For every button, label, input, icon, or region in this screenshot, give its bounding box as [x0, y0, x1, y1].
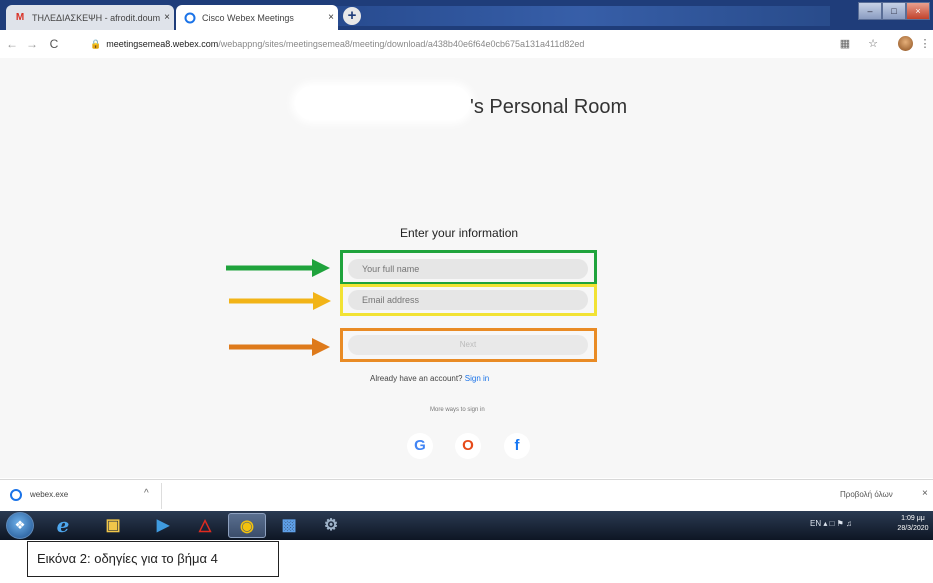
file-explorer-icon[interactable]: ▣ — [94, 513, 132, 538]
internet-explorer-icon[interactable]: e — [44, 513, 82, 538]
start-button[interactable]: ❖ — [6, 512, 34, 539]
clock-date: 28/3/2020 — [897, 525, 929, 532]
tray-icons: ▴ □ ⚑ ♫ — [823, 519, 853, 528]
yellow-arrow-icon — [229, 292, 331, 310]
green-arrow-icon — [226, 259, 330, 277]
media-player-icon[interactable]: ▶ — [144, 513, 182, 538]
tool-icon[interactable]: ⚙ — [312, 513, 350, 538]
show-all-button[interactable]: Προβολή όλων — [840, 490, 893, 499]
divider — [161, 483, 162, 509]
system-tray[interactable]: EN ▴ □ ⚑ ♫ — [810, 519, 852, 528]
language-indicator[interactable]: EN — [810, 519, 821, 528]
downloads-bar: webex.exe ^ Προβολή όλων × — [0, 479, 933, 512]
windows-taskbar: ❖ e ▣ ▶ △ ◉ ▩ ⚙ EN ▴ □ ⚑ ♫ 1:09 μμ 28/3/… — [0, 511, 933, 540]
chevron-up-icon[interactable]: ^ — [144, 488, 149, 499]
close-downloads-button[interactable]: × — [922, 488, 928, 499]
clock[interactable]: 1:09 μμ 28/3/2020 — [895, 514, 931, 534]
download-file-name[interactable]: webex.exe — [30, 490, 68, 499]
word-icon[interactable]: ▩ — [270, 513, 308, 538]
download-file-icon — [10, 489, 22, 501]
chrome-icon[interactable]: ◉ — [228, 513, 266, 538]
clock-time: 1:09 μμ — [901, 515, 925, 522]
orange-arrow-icon — [229, 338, 330, 356]
pdf-reader-icon[interactable]: △ — [186, 513, 224, 538]
figure-caption: Εικόνα 2: οδηγίες για το βήμα 4 — [27, 541, 279, 577]
